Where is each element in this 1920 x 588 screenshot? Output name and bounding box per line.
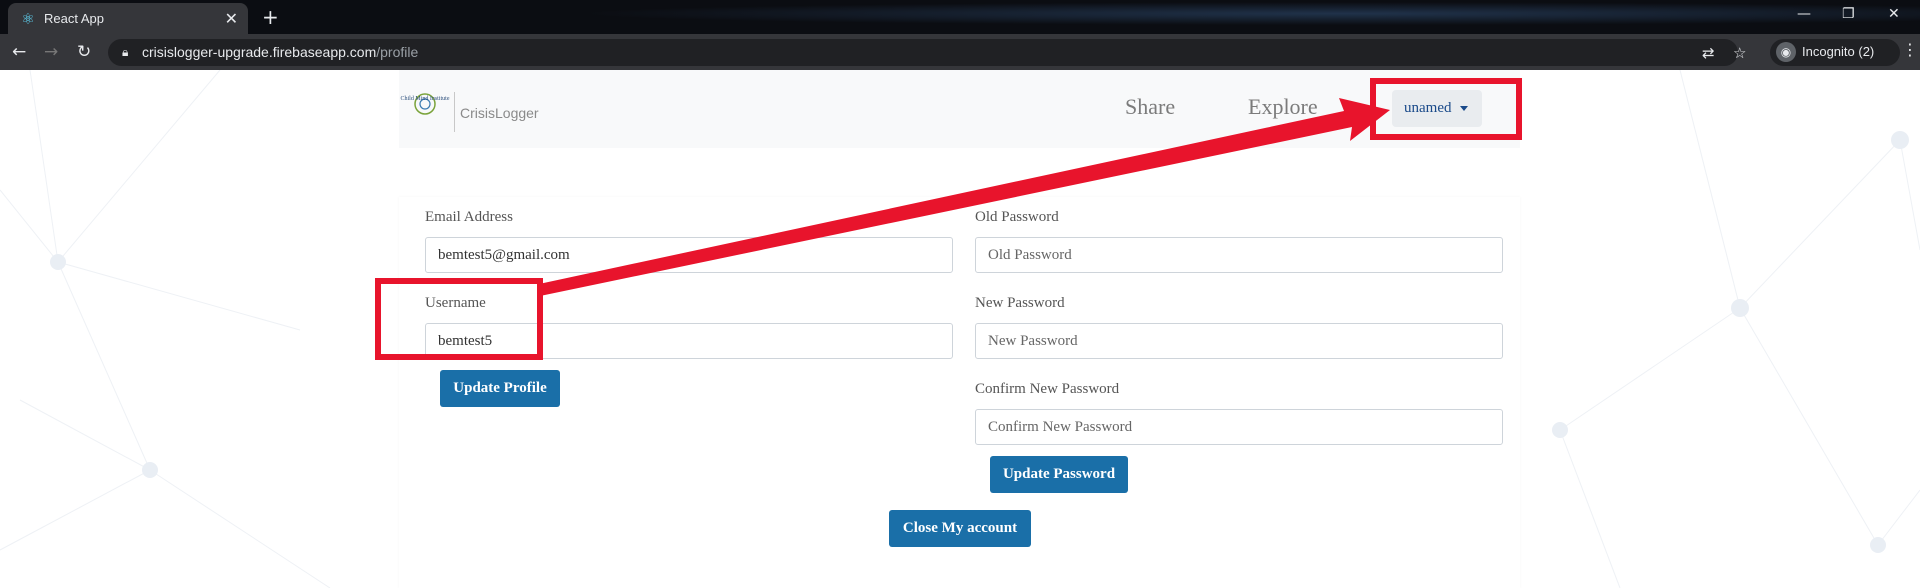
confirm-password-field[interactable] [975,409,1503,445]
new-password-label: New Password [975,295,1065,311]
restore-icon[interactable]: ❐ [1842,6,1855,22]
nav-link-share[interactable]: Share [1125,94,1175,120]
bookmark-star-icon[interactable]: ☆ [1733,44,1746,62]
translate-icon[interactable]: ⇄ [1702,44,1715,62]
nav-link-explore[interactable]: Explore [1248,94,1318,120]
back-icon[interactable]: ← [12,42,26,62]
browser-tab-bar: ⚛ React App ✕ + — ❐ ✕ [0,0,1920,34]
old-password-field[interactable] [975,237,1503,273]
page: Child Mind Institute CrisisLogger Share … [0,70,1920,588]
brand-divider [454,92,455,132]
address-bar[interactable]: 🔒︎ crisislogger-upgrade.firebaseapp.com/… [108,39,1746,66]
close-tab-icon[interactable]: ✕ [225,9,238,28]
browser-tab[interactable]: ⚛ React App ✕ [8,3,248,34]
browser-menu-icon[interactable]: ⋮ [1902,40,1918,59]
annotation-box-user-menu [1370,78,1522,140]
update-password-button[interactable]: Update Password [990,456,1128,493]
close-window-icon[interactable]: ✕ [1888,6,1900,22]
url-text: crisislogger-upgrade.firebaseapp.com/pro… [142,44,419,60]
minimize-icon[interactable]: — [1797,6,1811,22]
logo-text: Child Mind Institute [400,96,450,102]
incognito-indicator[interactable]: ◉ Incognito (2) [1770,39,1900,66]
react-icon: ⚛ [21,10,35,28]
brand-name[interactable]: CrisisLogger [460,105,539,121]
forward-icon[interactable]: → [44,42,58,62]
new-password-field[interactable] [975,323,1503,359]
incognito-label: Incognito (2) [1802,44,1875,59]
profile-card: Email Address Username Update Profile Ol… [399,197,1520,588]
new-tab-icon[interactable]: + [262,5,279,29]
browser-toolbar: ← → ↻ 🔒︎ crisislogger-upgrade.firebaseap… [0,34,1920,70]
app-navbar: Child Mind Institute CrisisLogger Share … [399,70,1520,148]
email-label: Email Address [425,209,513,225]
update-profile-button[interactable]: Update Profile [440,370,560,407]
tab-title: React App [44,11,104,26]
lock-icon: 🔒︎ [122,45,129,59]
confirm-password-label: Confirm New Password [975,381,1120,397]
reload-icon[interactable]: ↻ [77,42,91,62]
email-field[interactable] [425,237,953,273]
close-account-button[interactable]: Close My account [889,510,1031,547]
annotation-box-username [375,278,543,360]
old-password-label: Old Password [975,209,1059,225]
incognito-icon: ◉ [1776,42,1796,62]
